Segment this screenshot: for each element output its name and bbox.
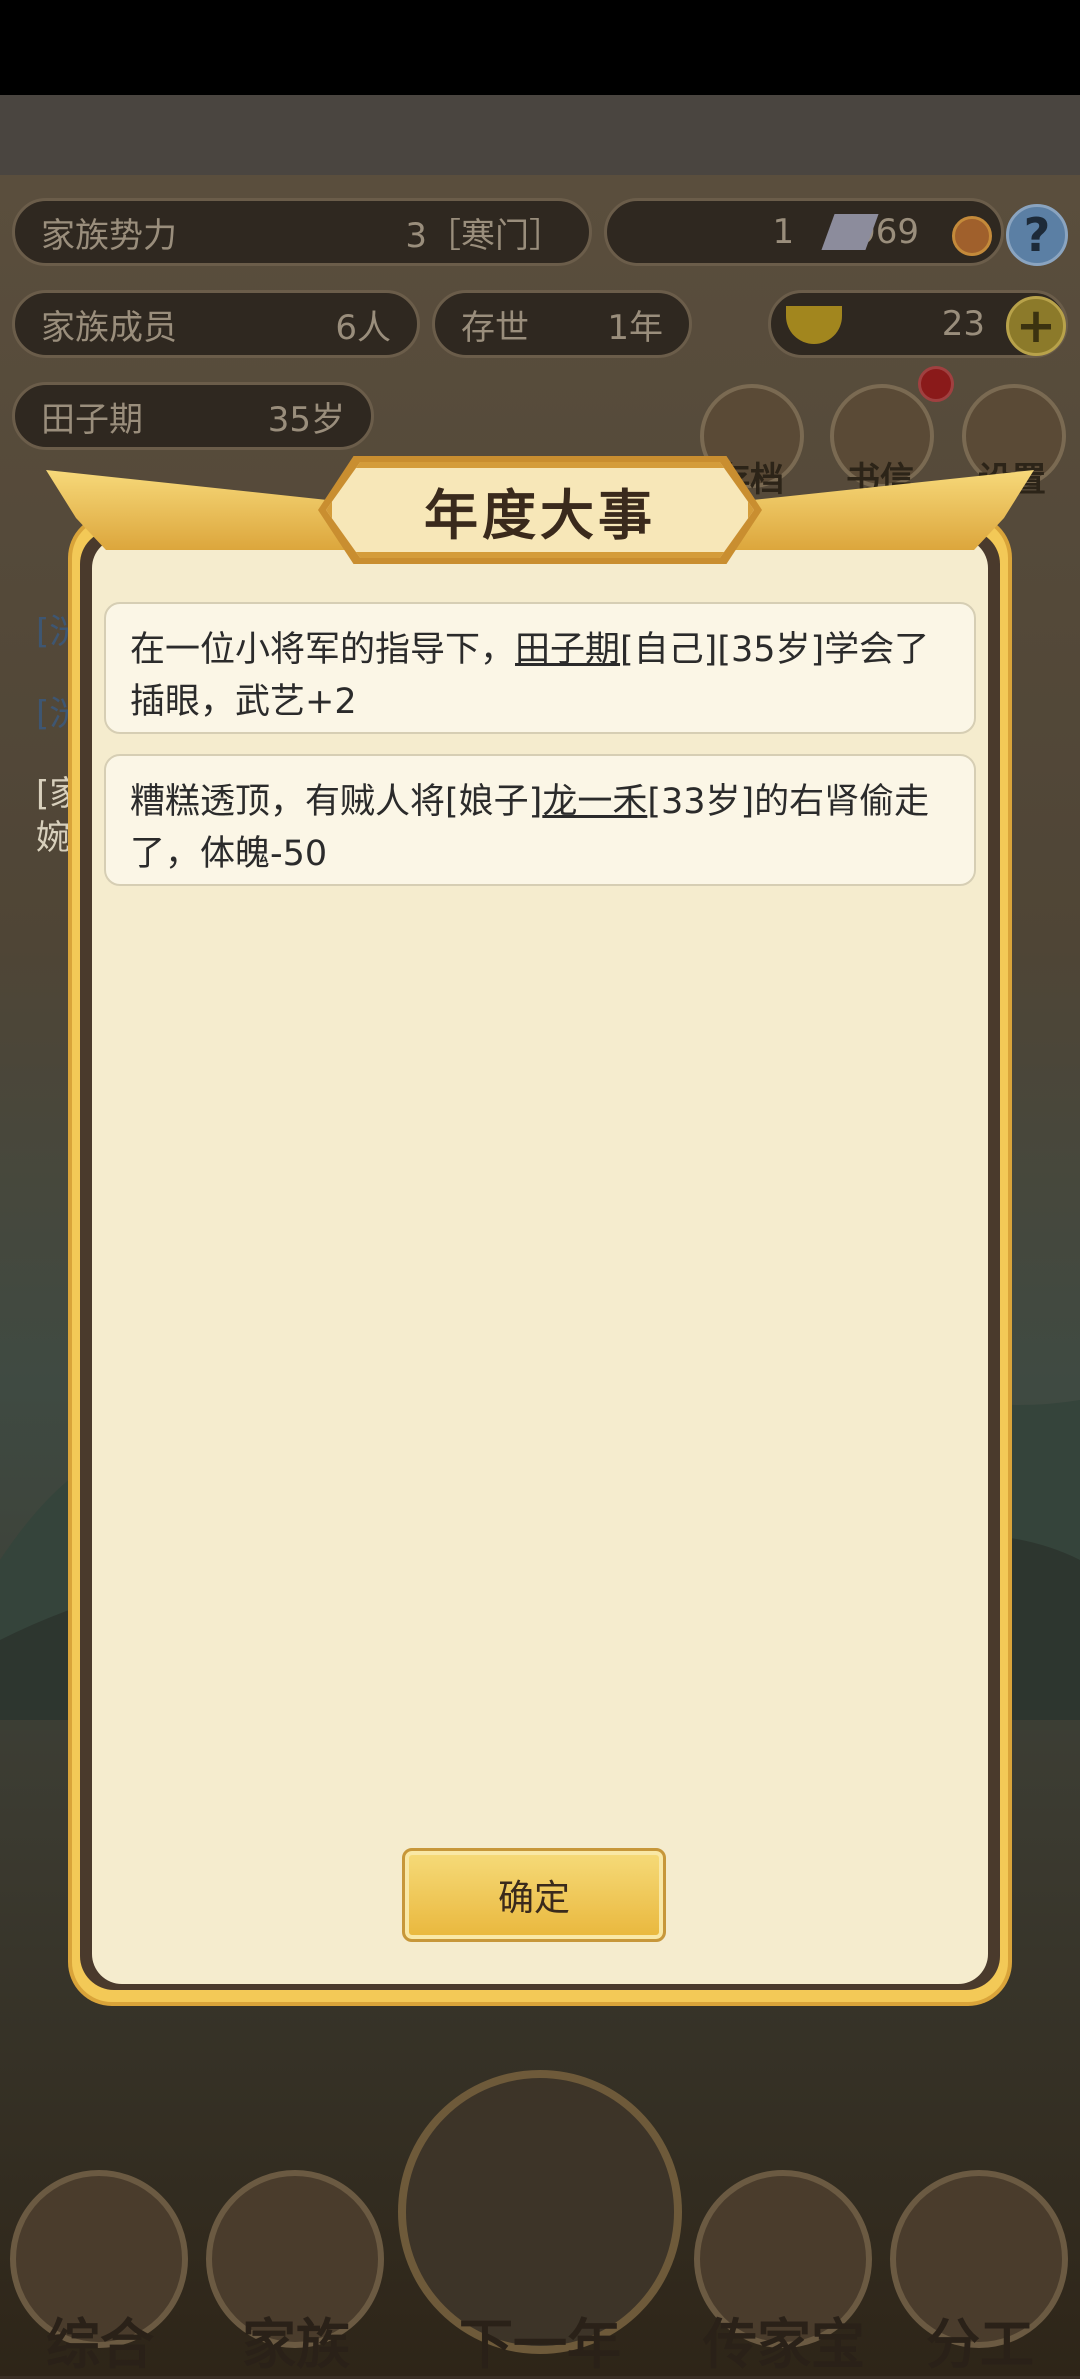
existence-label: 存世 [461,307,529,348]
character-age: 35岁 [267,399,345,440]
character-link[interactable]: 田子期 [515,630,620,670]
nav-general-label: 综合 [46,2313,154,2376]
bg-log-line: 婉 [36,818,70,858]
status-bar [0,0,1080,95]
event-card: 糟糕透顶，有贼人将[娘子]龙一禾[33岁]的右肾偷走了，体魄-50 [104,754,976,886]
family-power-bar: 家族势力 3［寒门］ [12,198,592,266]
notification-dot [918,366,954,402]
dialog-title: 年度大事 [424,483,656,547]
event-prefix: 糟糕透顶，有贼人将[娘子] [130,782,543,822]
nav-heirloom-label: 传家宝 [703,2313,865,2376]
family-power-label: 家族势力 [41,215,177,256]
character-bar: 田子期 35岁 [12,382,374,450]
event-prefix: 在一位小将军的指导下， [130,630,516,670]
character-name: 田子期 [41,399,143,440]
confirm-button[interactable]: 确定 [402,1848,666,1942]
nav-family-label: 家族 [242,2313,350,2376]
family-members-bar: 家族成员 6人 [12,290,420,358]
title-plaque: 年度大事 [326,462,754,558]
event-card: 在一位小将军的指导下，田子期[自己][35岁]学会了插眼，武艺+2 [104,602,976,734]
nav-next-year-label: 下一年 [459,2313,621,2376]
silver-bar: 1 969 [604,198,1004,266]
gold-value: 23 [941,304,985,344]
family-power-value: 3［寒门］ [405,215,563,256]
add-gold-icon[interactable]: + [1006,296,1066,356]
family-members-label: 家族成员 [41,307,177,348]
top-bar [0,95,1080,175]
nav-division-label: 分工 [926,2313,1034,2376]
help-icon[interactable]: ? [1006,204,1068,266]
existence-value: 1年 [607,307,663,348]
silver-value: 1 [772,212,795,252]
character-link[interactable]: 龙一禾 [542,782,647,822]
family-members-value: 6人 [335,307,391,348]
existence-bar: 存世 1年 [432,290,692,358]
confirm-label: 确定 [497,1878,570,1919]
coin-icon [952,216,992,256]
